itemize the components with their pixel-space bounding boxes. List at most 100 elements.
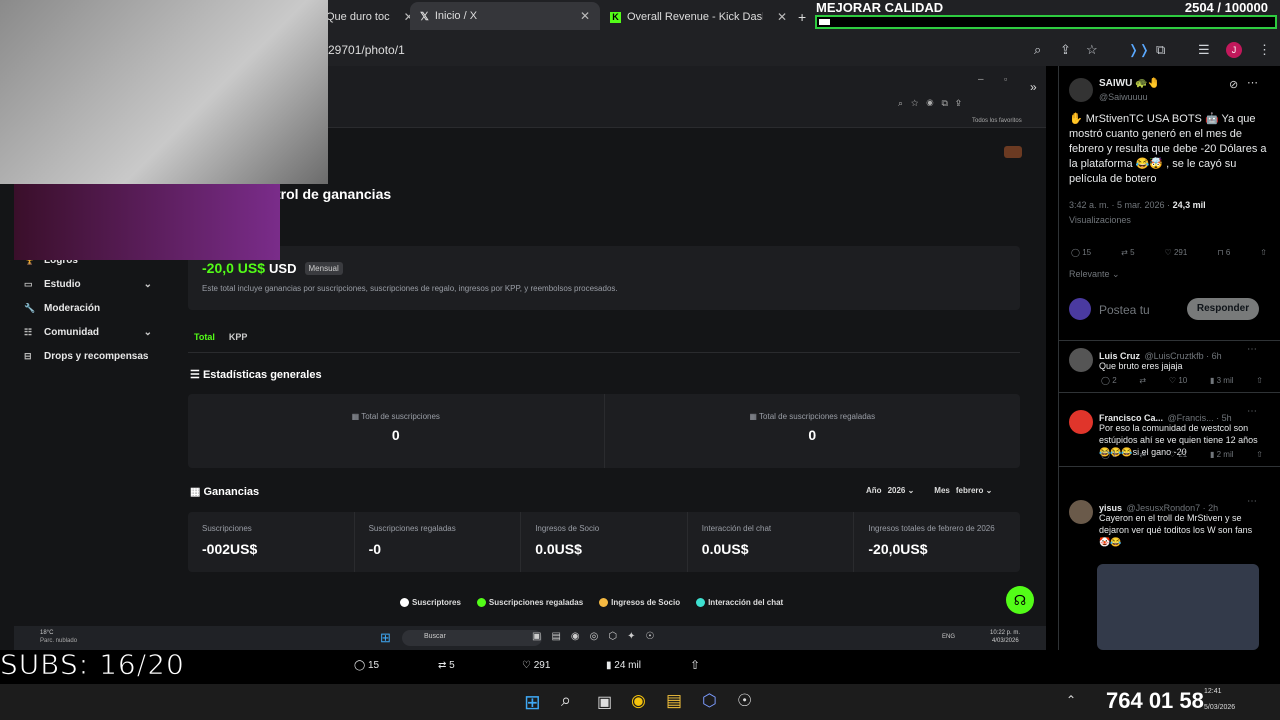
legend-label: Suscriptores [412, 598, 461, 607]
address-bar[interactable]: 29701/photo/1 [320, 36, 1020, 64]
like-button[interactable]: ♡ 291 [1165, 248, 1188, 257]
month-select[interactable]: febrero ⌄ [956, 486, 993, 495]
views-button[interactable]: ▮ 3 mil [1210, 376, 1234, 385]
legend-item[interactable]: Suscriptores [400, 598, 461, 608]
retweet-button[interactable]: ⇄ 5 [1121, 248, 1134, 257]
windows-start-icon[interactable]: ⊞ [524, 690, 541, 715]
support-chat-icon[interactable]: ☊ [1006, 586, 1034, 614]
views-label: Visualizaciones [1069, 215, 1131, 225]
menu-icon[interactable]: ⋮ [1258, 42, 1271, 58]
reply-avatar[interactable] [1069, 348, 1093, 372]
sidebar-item-comunidad[interactable]: ☷ Comunidad ⌄ [0, 320, 170, 344]
profile-avatar[interactable]: J [1226, 42, 1242, 58]
favorites-label[interactable]: Todos los favoritos [972, 118, 1022, 124]
sidebar-item-drops[interactable]: ⊟ Drops y recompensas [0, 344, 170, 368]
tab-2[interactable]: 𝕏 Inicio / X ✕ [410, 2, 600, 30]
secondary-webcam [14, 184, 280, 260]
tab-total[interactable]: Total [194, 332, 215, 342]
author-name[interactable]: SAIWU 🐢🤚 [1099, 78, 1160, 89]
share-icon[interactable]: ⇧ [1260, 248, 1267, 257]
retweet-count: 5 [1130, 248, 1135, 257]
sidebar-item-moderacion[interactable]: 🔧 Moderación [0, 296, 170, 320]
app-icon[interactable]: ⬡ [702, 691, 717, 711]
reply-actions: ◯ 1 ⇄ ♡ 21 ▮ 2 mil ⇧ [1101, 450, 1263, 459]
retweet-button[interactable]: ⇄ [1139, 376, 1146, 385]
outer-views[interactable]: ▮ 24 mil [606, 660, 641, 671]
stat-value: 0.0US$ [701, 541, 749, 557]
divider [1059, 340, 1280, 341]
user-avatar[interactable] [1004, 146, 1022, 158]
zoom-icon[interactable]: ⌕ [1034, 42, 1041, 58]
tab-1[interactable]: Que duro toc ✕ [326, 6, 414, 28]
more-icon[interactable]: ⋯ [1247, 76, 1258, 89]
discord-icon[interactable]: ☉ [737, 691, 752, 711]
reply-media-image[interactable] [1097, 564, 1259, 650]
minimize-icon[interactable]: – [978, 74, 984, 85]
star-icon[interactable]: ☆ [1086, 42, 1098, 58]
stat-value: 0.0US$ [535, 541, 582, 557]
language-indicator: ENG [942, 634, 956, 640]
extension-icon[interactable]: ❭❭ [1128, 42, 1150, 58]
reply-avatar[interactable] [1069, 410, 1093, 434]
media-icon[interactable]: ☰ [1198, 42, 1210, 58]
task-view-icon[interactable]: ▣ [597, 692, 612, 712]
sidebar-item-estudio[interactable]: ▭ Estudio ⌄ [0, 272, 170, 296]
legend-item[interactable]: Interacción del chat [696, 598, 783, 608]
tweet-panel: SAIWU 🐢🤚 @Saiwuuuu ⊘ ⋯ ✋ MrStivenTC USA … [1058, 66, 1280, 650]
tweet-views: 24,3 mil [1172, 200, 1206, 210]
tab-kpp[interactable]: KPP [229, 332, 248, 342]
tray-chevron-icon[interactable]: ⌃ [1066, 693, 1076, 707]
maximize-icon[interactable]: ▫ [1004, 74, 1007, 84]
subs-counter-overlay: SUBS: 16/20 [0, 648, 185, 682]
expand-icon[interactable]: » [1030, 80, 1037, 94]
sort-dropdown[interactable]: Relevante ⌄ [1069, 269, 1120, 280]
heading-text: Estadísticas generales [202, 369, 322, 381]
reply-button[interactable]: ◯ 15 [1071, 248, 1091, 257]
stat-label: Ingresos totales de febrero de 2026 [868, 524, 995, 533]
close-tab-icon[interactable]: ✕ [580, 9, 590, 23]
reply-button[interactable]: ◯ 1 [1101, 450, 1117, 459]
author-name-text: SAIWU [1099, 78, 1133, 89]
reply-avatar[interactable] [1069, 500, 1093, 524]
install-icon[interactable]: ⇪ [1060, 42, 1071, 58]
outer-reply-button[interactable]: ◯ 15 [354, 660, 379, 671]
like-button[interactable]: ♡ 21 [1169, 450, 1187, 459]
legend-item[interactable]: Ingresos de Socio [599, 598, 680, 608]
more-icon[interactable]: ⋯ [1247, 406, 1257, 417]
share-icon[interactable]: ⇧ [1256, 450, 1263, 459]
author-handle[interactable]: @Saiwuuuu [1099, 92, 1148, 102]
outer-like-button[interactable]: ♡ 291 [522, 660, 550, 671]
share-icon[interactable]: ⇧ [1256, 376, 1263, 385]
quality-count: 2504 / 100000 [1184, 0, 1268, 15]
earnings-filters: Año 2026 ⌄ Mes febrero ⌄ [866, 486, 992, 495]
divider [1059, 392, 1280, 393]
close-tab-icon[interactable]: ✕ [777, 10, 787, 24]
file-explorer-icon[interactable]: ▤ [666, 691, 682, 711]
outer-retweet-button[interactable]: ⇄ 5 [438, 660, 455, 671]
search-box[interactable]: Buscar [402, 630, 542, 646]
outer-share-icon[interactable]: ⇧ [690, 658, 700, 672]
year-select[interactable]: 2026 ⌄ [888, 486, 915, 495]
weather-desc: Parc. nublado [40, 638, 78, 644]
grok-icon[interactable]: ⊘ [1229, 78, 1238, 91]
legend-item[interactable]: Suscripciones regaladas [476, 598, 583, 608]
author-avatar[interactable] [1069, 78, 1093, 102]
reply-button[interactable]: ◯ 2 [1101, 376, 1117, 385]
bookmark-button[interactable]: ⊓ 6 [1217, 248, 1230, 257]
chrome-icon[interactable]: ◉ [631, 691, 646, 711]
puzzle-icon[interactable]: ⧉ [1156, 42, 1165, 58]
reply-input[interactable]: Postea tu [1099, 303, 1150, 317]
windows-start-icon[interactable]: ⊞ [380, 630, 391, 646]
views-button[interactable]: ▮ 2 mil [1210, 450, 1234, 459]
inner-windows-taskbar: 18°C Parc. nublado ⊞ Buscar ▣▤◉◎⬡✦☉ ENG … [14, 626, 1046, 650]
like-button[interactable]: ♡ 10 [1169, 376, 1187, 385]
search-icon[interactable]: ⌕ [561, 690, 571, 711]
new-tab-button[interactable]: + [798, 6, 806, 28]
more-icon[interactable]: ⋯ [1247, 344, 1257, 355]
reply-submit-button[interactable]: Responder [1187, 298, 1259, 320]
more-icon[interactable]: ⋯ [1247, 496, 1257, 507]
retweet-button[interactable]: ⇄ [1139, 450, 1146, 459]
kick-logo-icon: K [610, 11, 621, 23]
tab-3[interactable]: K Overall Revenue - Kick Dashbo ✕ [610, 6, 810, 28]
taskbar-app-icons: ▣▤◉◎⬡✦☉ [532, 631, 665, 642]
